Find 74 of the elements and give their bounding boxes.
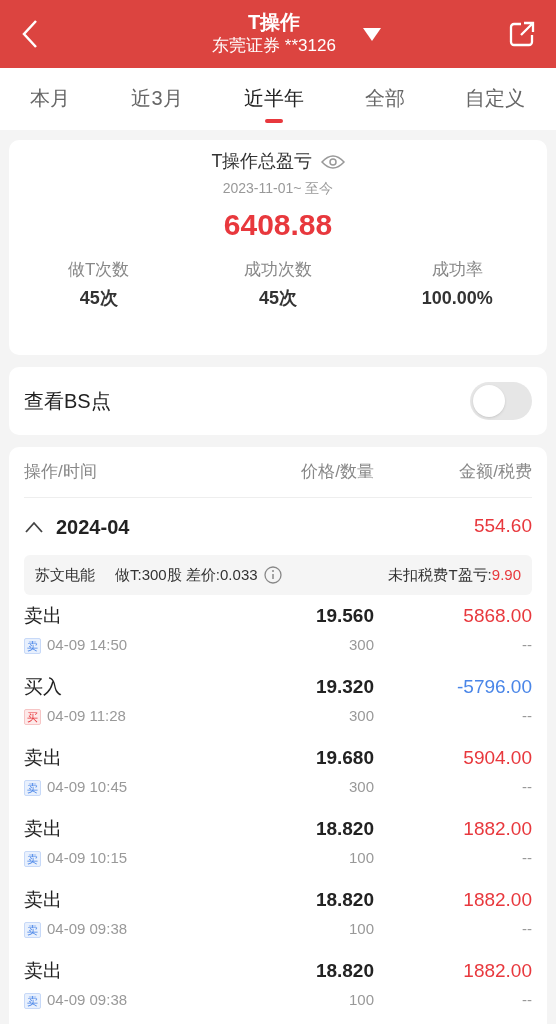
period-range: 2023-11-01~ 至今 bbox=[222, 179, 334, 198]
trade-action: 卖出 bbox=[24, 888, 63, 913]
trade-amount: 5868.00 bbox=[463, 604, 532, 629]
trade-quantity: 100 bbox=[348, 919, 374, 940]
trade-time: 04-09 14:50 bbox=[47, 635, 128, 656]
trade-fee: -- bbox=[522, 990, 532, 1011]
trade-price: 18.820 bbox=[315, 959, 374, 984]
page-title: T操作 bbox=[247, 10, 301, 34]
stat-value: 45次 bbox=[258, 286, 297, 310]
trade-quantity: 100 bbox=[348, 990, 374, 1011]
period-tab[interactable]: 全部 bbox=[364, 86, 405, 123]
bs-points-toggle[interactable] bbox=[470, 382, 532, 420]
trade-quantity: 300 bbox=[348, 777, 374, 798]
period-tab[interactable]: 本月 bbox=[30, 86, 71, 123]
period-tab[interactable]: 近半年 bbox=[243, 86, 304, 123]
bs-points-label: 查看BS点 bbox=[24, 389, 111, 414]
trade-amount: -5796.00 bbox=[457, 675, 532, 700]
month-label: 2024-04 bbox=[56, 514, 131, 540]
trade-fee: -- bbox=[522, 777, 532, 798]
trade-time: 04-09 11:28 bbox=[47, 706, 126, 727]
trade-quantity: 100 bbox=[348, 848, 374, 869]
trade-price: 18.820 bbox=[315, 817, 374, 842]
trade-action: 卖出 bbox=[24, 746, 63, 771]
trade-amount: 5904.00 bbox=[463, 746, 532, 771]
trade-time: 04-09 10:15 bbox=[47, 848, 128, 869]
stat-label: 做T次数 bbox=[67, 259, 130, 281]
stat-value: 100.00% bbox=[421, 286, 493, 310]
back-icon[interactable] bbox=[20, 18, 40, 50]
trade-action: 卖出 bbox=[24, 959, 63, 984]
trade-type-badge: 卖 bbox=[24, 779, 41, 796]
summary-title: T操作总盈亏 bbox=[211, 150, 313, 173]
column-header: 价格/数量 bbox=[300, 461, 374, 484]
trade-type-badge: 卖 bbox=[24, 992, 41, 1009]
trade-action: 买入 bbox=[24, 675, 63, 700]
trade-action: 卖出 bbox=[24, 817, 63, 842]
trade-time: 04-09 09:38 bbox=[47, 919, 128, 940]
account-name: 东莞证券 **3126 bbox=[212, 35, 336, 57]
trade-amount: 1882.00 bbox=[463, 888, 532, 913]
trade-fee: -- bbox=[522, 919, 532, 940]
column-header: 操作/时间 bbox=[24, 461, 98, 484]
stat-label: 成功次数 bbox=[244, 259, 312, 281]
trade-type-badge: 买 bbox=[24, 708, 41, 725]
chevron-up-icon[interactable] bbox=[24, 520, 44, 533]
column-header: 金额/税费 bbox=[458, 461, 532, 484]
trade-quantity: 300 bbox=[348, 706, 374, 727]
trade-type-badge: 卖 bbox=[24, 637, 41, 654]
month-profit: 554.60 bbox=[473, 514, 532, 539]
trade-time: 04-09 10:45 bbox=[47, 777, 128, 798]
period-tab[interactable]: 近3月 bbox=[131, 86, 183, 123]
trade-fee: -- bbox=[522, 635, 532, 656]
trade-action: 卖出 bbox=[24, 604, 63, 629]
stock-name: 苏文电能 bbox=[35, 564, 95, 585]
trade-type-badge: 卖 bbox=[24, 921, 41, 938]
trade-price: 19.680 bbox=[315, 746, 374, 771]
dropdown-icon[interactable] bbox=[363, 28, 381, 42]
trade-type-badge: 卖 bbox=[24, 850, 41, 867]
trade-fee: -- bbox=[522, 706, 532, 727]
eye-icon[interactable] bbox=[320, 153, 345, 170]
info-icon[interactable] bbox=[263, 566, 282, 584]
trade-amount: 1882.00 bbox=[463, 817, 532, 842]
trade-time: 04-09 09:38 bbox=[47, 990, 128, 1011]
share-icon[interactable] bbox=[508, 20, 536, 48]
trade-quantity: 300 bbox=[348, 635, 374, 656]
trade-fee: -- bbox=[522, 848, 532, 869]
stat-label: 成功率 bbox=[431, 259, 483, 281]
trade-price: 19.560 bbox=[315, 604, 374, 629]
period-tab[interactable]: 自定义 bbox=[465, 86, 526, 123]
trade-detail: 做T:300股 差价:0.033 bbox=[115, 564, 258, 585]
trade-price: 18.820 bbox=[315, 888, 374, 913]
total-profit: 6408.88 bbox=[223, 207, 333, 243]
stat-value: 45次 bbox=[79, 286, 118, 310]
trade-price: 19.320 bbox=[315, 675, 374, 700]
trade-amount: 1882.00 bbox=[463, 959, 532, 984]
untaxed-profit: 未扣税费T盈亏:9.90 bbox=[388, 564, 521, 585]
